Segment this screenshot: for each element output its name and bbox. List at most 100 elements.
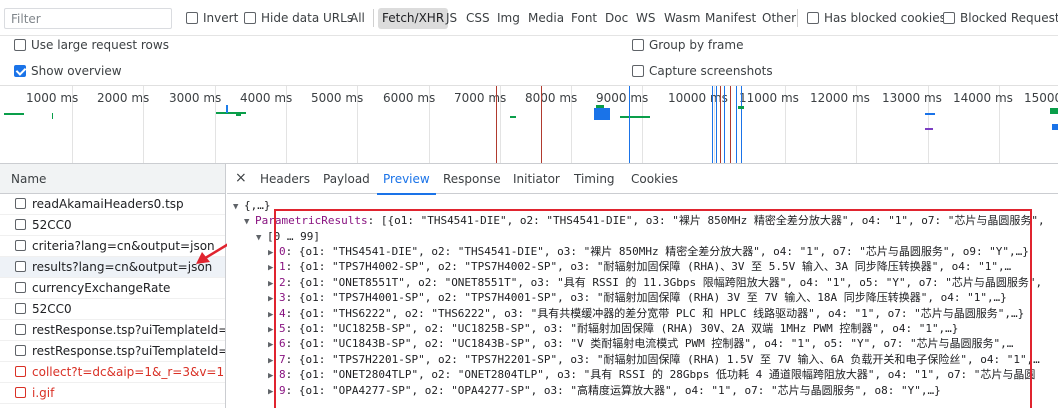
tab-cookies[interactable]: Cookies <box>631 164 678 194</box>
overview-tick-label: 10000 ms <box>668 91 728 105</box>
request-row-checkbox[interactable] <box>15 303 26 314</box>
json-item-index: 9 <box>279 383 286 397</box>
request-row[interactable]: restResponse.tsp?uiTemplateId=R... <box>0 320 225 341</box>
tab-preview[interactable]: Preview <box>377 164 436 195</box>
has-blocked-cookies-checkbox[interactable]: Has blocked cookies <box>807 11 946 25</box>
group-by-frame-label: Group by frame <box>649 38 744 52</box>
close-details-icon[interactable]: × <box>235 170 247 186</box>
tab-timing[interactable]: Timing <box>574 164 615 194</box>
large-rows-label: Use large request rows <box>31 38 169 52</box>
network-overview[interactable]: 1000 ms 2000 ms 3000 ms 4000 ms 5000 ms 6000 … <box>0 85 1058 164</box>
overview-load-line <box>496 86 497 163</box>
type-other-button[interactable]: Other <box>759 8 799 29</box>
request-name: restResponse.tsp?uiTemplateId=R... <box>32 323 225 337</box>
request-name: results?lang=cn&output=json <box>32 260 213 274</box>
overview-dcl-line <box>741 86 742 163</box>
request-row[interactable]: i.gif <box>0 383 225 404</box>
tab-initiator[interactable]: Initiator <box>513 164 560 194</box>
type-font-button[interactable]: Font <box>568 8 600 29</box>
details-tabs: × Headers Payload Preview Response Initi… <box>227 164 1058 195</box>
request-row-checkbox[interactable] <box>15 366 26 377</box>
overview-request-bar <box>620 116 650 118</box>
has-blocked-cookies-checkbox-box[interactable] <box>807 12 819 24</box>
json-item-index: 0 <box>279 245 286 258</box>
overview-tick-label: 14000 ms <box>953 91 1013 105</box>
overview-request-bar <box>52 113 53 119</box>
type-all-button[interactable]: All <box>347 8 368 29</box>
json-param-key: ParametricResults <box>255 214 368 227</box>
overview-request-bar <box>1052 124 1058 130</box>
expand-triangle-icon[interactable]: ▼ <box>256 231 267 246</box>
tab-payload[interactable]: Payload <box>323 164 370 194</box>
request-row[interactable]: collect?t=dc&aip=1&_r=3&v=1&... <box>0 362 225 383</box>
collapse-triangle-icon[interactable]: ▶ <box>268 385 279 400</box>
type-doc-button[interactable]: Doc <box>602 8 631 29</box>
overview-request-bar <box>925 113 935 115</box>
overview-tick-label: 4000 ms <box>240 91 293 105</box>
json-item-line[interactable]: ▶ 9: {o1: "OPA4277-SP", o2: "OPA4277-SP",… <box>268 383 941 400</box>
show-overview-checkbox[interactable] <box>14 65 26 77</box>
expand-triangle-icon[interactable]: ▼ <box>244 215 255 230</box>
group-by-frame-checkbox[interactable] <box>632 39 644 51</box>
request-row-checkbox[interactable] <box>15 198 26 209</box>
type-img-button[interactable]: Img <box>494 8 523 29</box>
type-fetch-xhr-button[interactable]: Fetch/XHR <box>378 8 449 29</box>
type-manifest-button[interactable]: Manifest <box>702 8 759 29</box>
overview-request-bar <box>236 114 241 116</box>
json-item-index: 2 <box>279 275 286 289</box>
details-panel: × Headers Payload Preview Response Initi… <box>227 164 1058 408</box>
request-row-checkbox[interactable] <box>15 324 26 335</box>
overview-load-line <box>730 86 731 163</box>
overview-dcl-line <box>736 86 737 163</box>
overview-request-bar <box>925 128 933 130</box>
request-row[interactable]: currencyExchangeRate <box>0 278 225 299</box>
type-js-button[interactable]: JS <box>443 8 460 29</box>
json-item-index: 3 <box>279 291 286 305</box>
request-row[interactable]: restResponse.tsp?uiTemplateId=R... <box>0 341 225 362</box>
annotation-arrow-head <box>196 252 210 264</box>
json-item-summary: : {o1: "TPS7H4001-SP", o2: "TPS7H4001-SP… <box>285 291 1007 305</box>
filter-input[interactable] <box>4 8 172 29</box>
show-overview-option[interactable]: Show overview <box>14 64 122 78</box>
hide-data-urls-checkbox[interactable]: Hide data URLs <box>244 11 353 25</box>
request-row[interactable]: 52CC0 <box>0 299 225 320</box>
large-rows-checkbox[interactable] <box>14 39 26 51</box>
tab-response[interactable]: Response <box>443 164 501 194</box>
hide-data-urls-checkbox-box[interactable] <box>244 12 256 24</box>
name-column-header[interactable]: Name <box>0 164 225 194</box>
large-rows-option[interactable]: Use large request rows <box>14 38 169 52</box>
json-item-summary: : {o1: "THS4541-DIE", o2: "THS4541-DIE",… <box>285 245 1029 258</box>
overview-tick-label: 11000 ms <box>739 91 799 105</box>
request-row-checkbox[interactable] <box>15 240 26 251</box>
request-name: 52CC0 <box>32 218 72 232</box>
tab-headers[interactable]: Headers <box>260 164 310 194</box>
blocked-requests-checkbox[interactable]: Blocked Requests <box>943 11 1058 25</box>
expand-triangle-icon[interactable]: ▼ <box>233 200 244 215</box>
request-name: 52CC0 <box>32 302 72 316</box>
request-row-checkbox[interactable] <box>15 282 26 293</box>
overview-dcl-line <box>712 86 713 163</box>
overview-request-bar <box>226 105 228 113</box>
group-by-frame-option[interactable]: Group by frame <box>632 38 743 52</box>
blocked-requests-checkbox-box[interactable] <box>943 12 955 24</box>
overview-tick-label: 9000 ms <box>596 91 649 105</box>
invert-checkbox[interactable]: Invert <box>186 11 238 25</box>
capture-screenshots-checkbox[interactable] <box>632 65 644 77</box>
request-list: Name readAkamaiHeaders0.tsp 52CC0 criteria… <box>0 164 226 408</box>
json-param-line[interactable]: ▼ ParametricResults: [{o1: "THS4541-DIE",… <box>244 213 1045 230</box>
request-row-checkbox[interactable] <box>15 345 26 356</box>
overview-tick-label: 15000 ms <box>1024 91 1058 105</box>
type-css-button[interactable]: CSS <box>463 8 493 29</box>
request-row-checkbox[interactable] <box>15 261 26 272</box>
request-row-checkbox[interactable] <box>15 387 26 398</box>
overview-tick-label: 3000 ms <box>169 91 222 105</box>
overview-tick-label: 6000 ms <box>383 91 436 105</box>
type-media-button[interactable]: Media <box>525 8 567 29</box>
type-ws-button[interactable]: WS <box>633 8 658 29</box>
request-row-checkbox[interactable] <box>15 219 26 230</box>
type-wasm-button[interactable]: Wasm <box>661 8 703 29</box>
invert-checkbox-box[interactable] <box>186 12 198 24</box>
capture-screenshots-option[interactable]: Capture screenshots <box>632 64 773 78</box>
request-row[interactable]: readAkamaiHeaders0.tsp <box>0 194 225 215</box>
overview-tick-label: 13000 ms <box>882 91 942 105</box>
